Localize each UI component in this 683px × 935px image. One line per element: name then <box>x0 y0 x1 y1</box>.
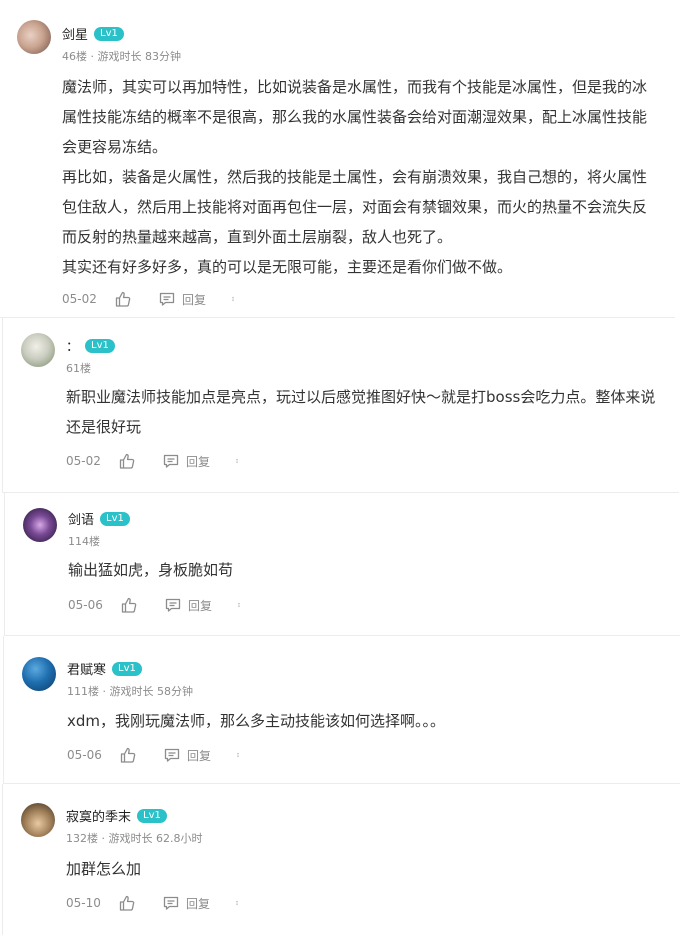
reply-button[interactable]: 回复 <box>164 596 212 614</box>
comment-paragraph: 魔法师，其实可以再加特性，比如说装备是水属性，而我有个技能是冰属性，但是我的冰属… <box>62 78 648 156</box>
comment-date: 05-10 <box>66 896 101 910</box>
comment-paragraph: 其实还有好多好多，真的可以是无限可能，主要还是看你们做不做。 <box>62 258 513 276</box>
level-badge: Lv1 <box>112 661 142 676</box>
comment-card: ： Lv1 61楼 新职业魔法师技能加点是亮点，玩过以后感觉推图好快～就是打bo… <box>2 318 679 493</box>
reply-label: 回复 <box>186 454 211 469</box>
avatar[interactable] <box>22 657 56 691</box>
avatar[interactable] <box>21 803 55 837</box>
reply-button[interactable]: 回复 <box>158 290 206 308</box>
comment-text: 输出猛如虎，身板脆如苟 <box>68 555 668 585</box>
comment-meta: 114楼 <box>68 535 100 548</box>
level-badge: Lv1 <box>100 511 130 526</box>
like-button[interactable] <box>120 596 138 614</box>
comment-paragraph: 新职业魔法师技能加点是亮点，玩过以后感觉推图好快～就是打boss会吃力点。整体来… <box>66 388 656 436</box>
more-options-button[interactable] <box>232 290 238 308</box>
reply-label: 回复 <box>187 748 212 763</box>
more-vertical-icon <box>237 752 239 758</box>
comment-card: 剑星 Lv1 46楼 · 游戏时长 83分钟 魔法师，其实可以再加特性，比如说装… <box>0 0 675 318</box>
thumbs-up-icon <box>120 747 136 763</box>
like-button[interactable] <box>118 894 136 912</box>
more-options-button[interactable] <box>236 894 242 912</box>
comment-paragraph: 输出猛如虎，身板脆如苟 <box>68 561 234 579</box>
user-nickname[interactable]: 剑星 <box>62 24 88 43</box>
thumbs-up-icon <box>121 597 137 613</box>
user-nickname[interactable]: ： <box>66 336 79 355</box>
reply-label: 回复 <box>182 292 207 307</box>
reply-button[interactable]: 回复 <box>162 894 210 912</box>
avatar[interactable] <box>23 508 57 542</box>
comment-card: 剑语 Lv1 114楼 输出猛如虎，身板脆如苟 05-06 回复 <box>4 493 680 636</box>
thumbs-up-icon <box>119 895 135 911</box>
comment-date: 05-02 <box>66 454 101 468</box>
avatar[interactable] <box>17 20 51 54</box>
thumbs-up-icon <box>119 453 135 469</box>
comment-paragraph: 再比如，装备是火属性，然后我的技能是土属性，会有崩溃效果，我自己想的，将火属性包… <box>62 168 648 246</box>
comment-icon <box>163 896 179 910</box>
comment-paragraph: xdm，我刚玩魔法师，那么多主动技能该如何选择啊。。。 <box>67 712 446 730</box>
comment-icon <box>165 598 181 612</box>
more-vertical-icon <box>236 900 238 906</box>
comment-meta: 132楼 · 游戏时长 62.8小时 <box>66 832 203 845</box>
comment-paragraph: 加群怎么加 <box>66 860 142 878</box>
more-options-button[interactable] <box>238 596 244 614</box>
like-button[interactable] <box>118 452 136 470</box>
user-nickname[interactable]: 君赋寒 <box>67 659 106 678</box>
reply-label: 回复 <box>186 896 211 911</box>
comment-text: 加群怎么加 <box>66 854 666 884</box>
user-nickname[interactable]: 剑语 <box>68 509 94 528</box>
comment-meta: 111楼 · 游戏时长 58分钟 <box>67 685 193 698</box>
user-nickname[interactable]: 寂寞的季末 <box>66 806 131 825</box>
thumbs-up-icon <box>115 291 131 307</box>
comment-date: 05-06 <box>68 598 103 612</box>
avatar[interactable] <box>21 333 55 367</box>
comment-card: 君赋寒 Lv1 111楼 · 游戏时长 58分钟 xdm，我刚玩魔法师，那么多主… <box>3 636 680 784</box>
reply-label: 回复 <box>188 598 213 613</box>
like-button[interactable] <box>114 290 132 308</box>
comment-text: xdm，我刚玩魔法师，那么多主动技能该如何选择啊。。。 <box>67 706 667 736</box>
reply-button[interactable]: 回复 <box>162 452 210 470</box>
comment-icon <box>163 454 179 468</box>
comment-icon <box>164 748 180 762</box>
more-vertical-icon <box>238 602 240 608</box>
level-badge: Lv1 <box>137 808 167 823</box>
comment-meta: 61楼 <box>66 362 91 375</box>
reply-button[interactable]: 回复 <box>163 746 211 764</box>
comment-text: 魔法师，其实可以再加特性，比如说装备是水属性，而我有个技能是冰属性，但是我的冰属… <box>62 72 660 282</box>
level-badge: Lv1 <box>85 338 115 353</box>
comment-text: 新职业魔法师技能加点是亮点，玩过以后感觉推图好快～就是打boss会吃力点。整体来… <box>66 382 666 442</box>
like-button[interactable] <box>119 746 137 764</box>
more-vertical-icon <box>232 296 234 302</box>
comment-meta: 46楼 · 游戏时长 83分钟 <box>62 50 181 63</box>
more-options-button[interactable] <box>237 746 243 764</box>
more-vertical-icon <box>236 458 238 464</box>
comment-date: 05-06 <box>67 748 102 762</box>
comment-icon <box>159 292 175 306</box>
comment-date: 05-02 <box>62 292 97 306</box>
comment-card: 寂寞的季末 Lv1 132楼 · 游戏时长 62.8小时 加群怎么加 05-10… <box>2 784 680 935</box>
more-options-button[interactable] <box>236 452 242 470</box>
level-badge: Lv1 <box>94 26 124 41</box>
